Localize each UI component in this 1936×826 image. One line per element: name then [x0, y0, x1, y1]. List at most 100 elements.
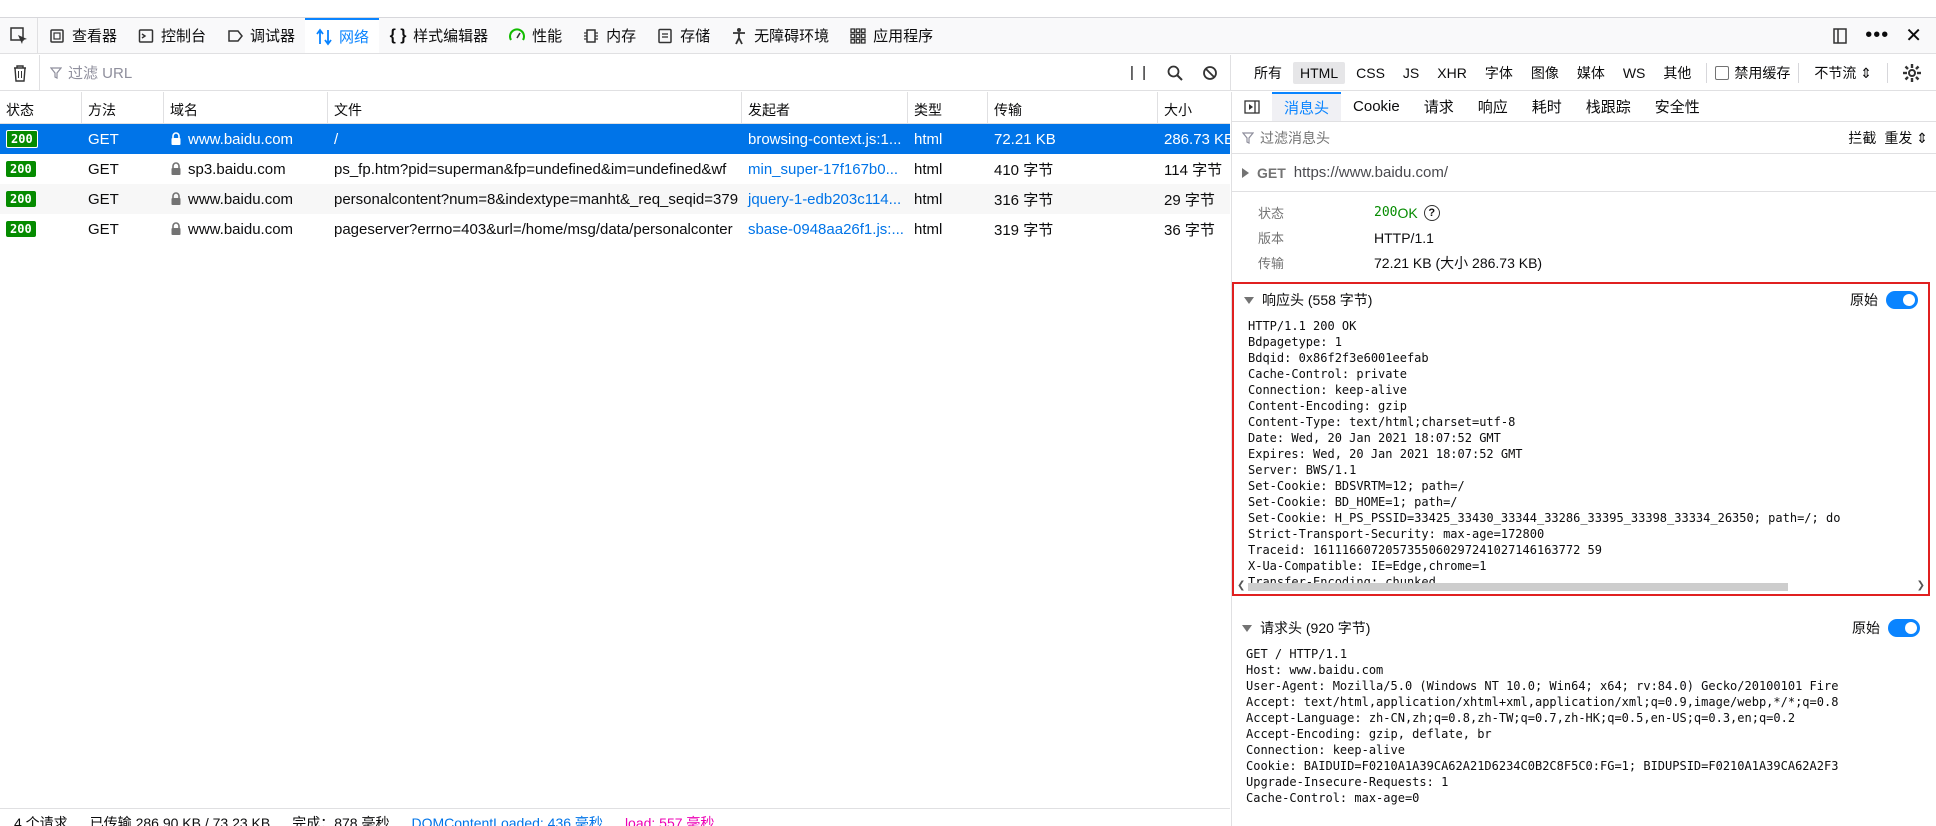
filter-icon: [1242, 131, 1254, 144]
pause-icon[interactable]: | |: [1130, 64, 1148, 81]
domain-text: www.baidu.com: [188, 220, 294, 238]
filter-icon: [50, 66, 62, 79]
throttle-select[interactable]: 不节流 ⇕: [1807, 60, 1879, 86]
dock-icon[interactable]: [1831, 27, 1849, 45]
status-badge: 200: [6, 161, 36, 177]
transferred-total: 已传输 286.90 KB / 73.23 KB: [89, 815, 271, 826]
type-filter-5[interactable]: 字体: [1478, 60, 1520, 86]
column-header[interactable]: 域名: [164, 92, 328, 123]
tab-debugger[interactable]: 调试器: [216, 18, 305, 53]
column-header[interactable]: 文件: [328, 92, 742, 123]
filter-headers-input[interactable]: 过滤消息头: [1260, 128, 1330, 148]
page-top-strip: [0, 0, 1936, 18]
request-summary-line[interactable]: GET https://www.baidu.com/: [1232, 154, 1936, 192]
tab-label: 存储: [680, 28, 711, 45]
type-filter-2[interactable]: CSS: [1349, 62, 1392, 84]
toggle-sidebar-button[interactable]: [1232, 92, 1272, 121]
type-filter-1[interactable]: HTML: [1293, 61, 1346, 84]
details-tab-0[interactable]: 消息头: [1272, 92, 1342, 121]
cell-file: ps_fp.htm?pid=superman&fp=undefined&im=u…: [334, 160, 727, 178]
scroll-thumb[interactable]: [1248, 583, 1788, 591]
table-row[interactable]: 200 GET www.baidu.com personalcontent?num=8…: [0, 184, 1230, 214]
cell-transferred: 72.21 KB: [994, 130, 1056, 148]
tab-network[interactable]: 网络: [305, 18, 380, 53]
tab-label: 查看器: [72, 28, 118, 45]
request-headers-raw: GET / HTTP/1.1 Host: www.baidu.com User-…: [1246, 647, 1839, 805]
response-headers-header[interactable]: 响应头 (558 字节) 原始: [1234, 284, 1928, 316]
debugger-icon: [226, 27, 244, 45]
cell-method: GET: [88, 220, 119, 238]
lock-icon: [170, 132, 182, 146]
block-icon[interactable]: [1202, 65, 1218, 81]
cell-initiator[interactable]: browsing-context.js:1...: [742, 124, 908, 154]
details-tab-5[interactable]: 栈跟踪: [1574, 92, 1643, 121]
column-header[interactable]: 大小: [1158, 92, 1230, 123]
more-options-icon[interactable]: •••: [1865, 24, 1889, 47]
disable-cache-label: 禁用缓存: [1734, 64, 1791, 81]
type-filter-7[interactable]: 媒体: [1570, 60, 1612, 86]
tab-memory[interactable]: 内存: [572, 18, 646, 53]
tab-performance[interactable]: 性能: [498, 18, 572, 53]
column-header[interactable]: 类型: [908, 92, 988, 123]
details-tab-4[interactable]: 耗时: [1520, 92, 1574, 121]
details-tab-6[interactable]: 安全性: [1643, 92, 1712, 121]
tab-application[interactable]: 应用程序: [839, 18, 943, 53]
clear-requests-button[interactable]: [0, 55, 40, 90]
tab-inspector[interactable]: 查看器: [38, 18, 127, 53]
type-filter-0[interactable]: 所有: [1247, 60, 1289, 86]
horizontal-scrollbar[interactable]: ❮ ❯: [1234, 580, 1928, 594]
response-headers-title: 响应头 (558 字节): [1262, 292, 1373, 308]
type-filter-8[interactable]: WS: [1616, 62, 1653, 84]
disable-cache-checkbox[interactable]: 禁用缓存: [1715, 63, 1790, 83]
type-filter-bar: 所有 HTML CSS JS XHR 字体 图像 媒体 WS 其他 禁用缓存 不节流 ⇕: [1230, 55, 1936, 91]
gear-icon[interactable]: [1902, 63, 1922, 83]
close-icon[interactable]: ✕: [1905, 23, 1922, 48]
column-header[interactable]: 发起者: [742, 92, 908, 123]
details-tab-3[interactable]: 响应: [1466, 92, 1520, 121]
resend-button[interactable]: 重发 ⇕: [1884, 128, 1928, 148]
column-header[interactable]: 方法: [82, 92, 164, 123]
tab-console[interactable]: 控制台: [127, 18, 216, 53]
memory-icon: [582, 27, 600, 45]
details-tab-1[interactable]: Cookie: [1341, 92, 1412, 121]
column-header[interactable]: 传输: [988, 92, 1158, 123]
element-picker-button[interactable]: [0, 18, 38, 53]
tab-accessibility[interactable]: 无障碍环境: [720, 18, 839, 53]
lock-icon: [170, 192, 182, 206]
type-filter-3[interactable]: JS: [1396, 62, 1426, 84]
help-icon[interactable]: ?: [1423, 204, 1440, 221]
type-filter-4[interactable]: XHR: [1430, 62, 1474, 84]
status-badge: 200: [6, 191, 36, 207]
block-button[interactable]: 拦截: [1848, 128, 1876, 148]
table-row[interactable]: 200 GET www.baidu.com / browsing-context.js:…: [0, 124, 1230, 154]
table-row[interactable]: 200 GET sp3.baidu.com ps_fp.htm?pid=superma…: [0, 154, 1230, 184]
tab-label: 内存: [606, 28, 637, 45]
tab-storage[interactable]: 存储: [646, 18, 720, 53]
tab-style-editor[interactable]: { } 样式编辑器: [379, 18, 498, 53]
details-tab-2[interactable]: 请求: [1412, 92, 1466, 121]
request-headers-header[interactable]: 请求头 (920 字节) 原始: [1232, 612, 1930, 644]
cell-initiator[interactable]: min_super-17f167b0...: [742, 154, 908, 184]
domain-text: sp3.baidu.com: [188, 160, 286, 178]
cell-file: personalcontent?num=8&indextype=manht&_r…: [334, 190, 739, 208]
raw-toggle[interactable]: 原始: [1850, 290, 1928, 310]
cell-size: 29 字节: [1164, 191, 1215, 209]
table-row[interactable]: 200 GET www.baidu.com pageserver?errno=403&…: [0, 214, 1230, 244]
application-icon: [849, 27, 867, 45]
accessibility-icon: [730, 27, 748, 45]
cell-method: GET: [88, 130, 119, 148]
scroll-right-icon[interactable]: ❯: [1917, 580, 1925, 591]
type-filter-6[interactable]: 图像: [1524, 60, 1566, 86]
cell-initiator[interactable]: jquery-1-edb203c114...: [742, 184, 908, 214]
cell-domain: www.baidu.com: [164, 124, 328, 154]
request-count: 4 个请求: [14, 815, 68, 826]
scroll-left-icon[interactable]: ❮: [1237, 580, 1245, 591]
column-header[interactable]: 状态: [0, 92, 82, 123]
cell-initiator[interactable]: sbase-0948aa26f1.js:...: [742, 214, 908, 244]
cell-size: 114 字节: [1164, 161, 1223, 179]
raw-toggle[interactable]: 原始: [1852, 618, 1930, 638]
type-filter-9[interactable]: 其他: [1656, 60, 1698, 86]
search-icon[interactable]: [1166, 64, 1184, 82]
filter-url-input[interactable]: 过滤 URL: [40, 62, 1130, 83]
request-headers-section: 请求头 (920 字节) 原始 GET / HTTP/1.1 Host: www…: [1232, 612, 1930, 826]
